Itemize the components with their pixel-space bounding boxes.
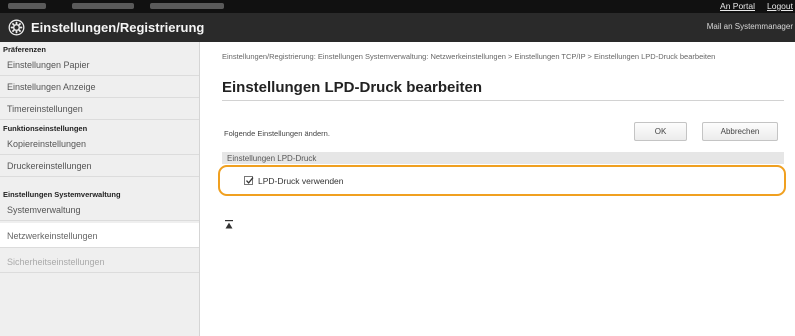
app-title: Einstellungen/Registrierung — [31, 20, 205, 35]
section-header-label: Einstellungen LPD-Druck — [227, 154, 317, 163]
sidebar-item-copy[interactable]: Kopiereinstellungen — [0, 133, 199, 155]
portal-link[interactable]: An Portal — [720, 1, 755, 11]
sidebar-item-label: Einstellungen Papier — [7, 60, 90, 70]
gear-icon — [8, 19, 25, 36]
cancel-button[interactable]: Abbrechen — [702, 122, 778, 141]
sidebar-item-label: Timereinstellungen — [7, 104, 83, 114]
sidebar-heading-preferences: Präferenzen — [3, 45, 46, 54]
lpd-print-checkbox[interactable] — [244, 176, 254, 185]
divider — [222, 100, 784, 101]
section-header: Einstellungen LPD-Druck — [222, 152, 784, 164]
instruction-text: Folgende Einstellungen ändern. — [224, 129, 330, 138]
sidebar-item-label: Systemverwaltung — [7, 205, 81, 215]
sidebar-item-security[interactable]: Sicherheitseinstellungen — [0, 251, 199, 273]
blurred-text — [150, 3, 224, 9]
sidebar-item-printer[interactable]: Druckereinstellungen — [0, 155, 199, 177]
mail-to-admin-link[interactable]: Mail an Systemmanager — [707, 22, 793, 31]
page-title: Einstellungen LPD-Druck bearbeiten — [222, 79, 483, 96]
sidebar-item-display[interactable]: Einstellungen Anzeige — [0, 76, 199, 98]
sidebar-item-network[interactable]: Netzwerkeinstellungen — [0, 223, 199, 248]
top-bar: An Portal Logout — [0, 0, 795, 13]
app-header: Einstellungen/Registrierung Mail an Syst… — [0, 13, 795, 42]
logout-link[interactable]: Logout — [767, 1, 793, 11]
checkmark-icon — [246, 177, 254, 184]
sidebar-item-label: Einstellungen Anzeige — [7, 82, 96, 92]
sidebar-item-system-management[interactable]: Systemverwaltung — [0, 199, 199, 221]
blurred-text — [72, 3, 134, 9]
sidebar-item-label: Kopiereinstellungen — [7, 139, 87, 149]
highlight-frame: LPD-Druck verwenden — [218, 165, 786, 196]
sidebar-item-timer[interactable]: Timereinstellungen — [0, 98, 199, 120]
ok-button[interactable]: OK — [634, 122, 687, 141]
sidebar: Präferenzen Einstellungen Papier Einstel… — [0, 42, 200, 336]
lpd-print-checkbox-label[interactable]: LPD-Druck verwenden — [258, 176, 344, 186]
sidebar-item-label: Druckereinstellungen — [7, 161, 92, 171]
sidebar-heading-system: Einstellungen Systemverwaltung — [3, 190, 121, 199]
sidebar-item-label: Netzwerkeinstellungen — [7, 231, 98, 241]
sidebar-heading-functions: Funktionseinstellungen — [3, 124, 88, 133]
sidebar-item-paper[interactable]: Einstellungen Papier — [0, 54, 199, 76]
main-content: Einstellungen/Registrierung: Einstellung… — [200, 42, 795, 336]
arrow-up-icon[interactable] — [225, 220, 233, 229]
blurred-text — [8, 3, 46, 9]
sidebar-item-label: Sicherheitseinstellungen — [7, 257, 105, 267]
breadcrumb: Einstellungen/Registrierung: Einstellung… — [222, 52, 716, 61]
